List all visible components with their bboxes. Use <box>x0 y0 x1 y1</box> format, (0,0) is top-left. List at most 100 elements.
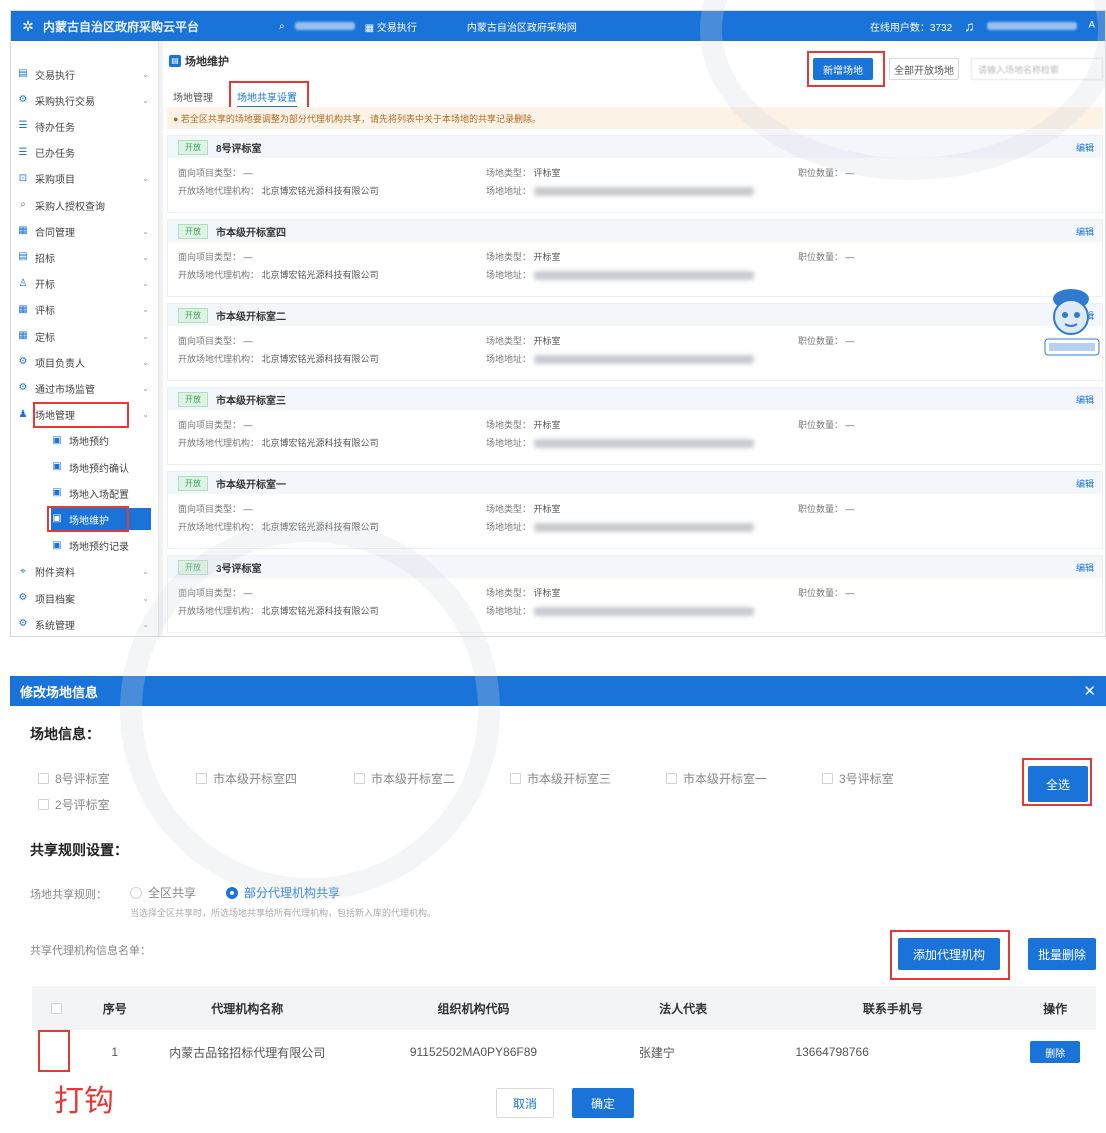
venue-card: 开放 3号评标室 编辑 面向项目类型： — 开放场地代理机构： 北京博宏铭光源科技有限公… <box>167 555 1103 633</box>
venue-checkbox[interactable] <box>822 773 833 784</box>
venue-option-label: 市本级开标室一 <box>683 772 768 786</box>
sidebar-item[interactable]: ⚙ 项目负责人 ⌄ <box>17 351 153 373</box>
all-venues-button[interactable]: 全部开放场地 <box>889 58 959 80</box>
field-label: 场地类型： <box>486 336 532 346</box>
venue-checkbox[interactable] <box>196 773 207 784</box>
nav-procurement-site[interactable]: 内蒙古自治区政府采购网 <box>467 19 577 34</box>
sidebar-item[interactable]: ▦ 评标 ⌄ <box>17 299 153 321</box>
venue-checkbox-option[interactable]: 3号评标室 <box>822 770 894 787</box>
venue-search-input[interactable]: 请输入场地名称检索 <box>971 58 1103 80</box>
bell-icon[interactable]: ♫ <box>964 18 975 34</box>
col-index: 序号 <box>87 986 143 1030</box>
sidebar-item[interactable]: ▣ 场地预约确认 <box>51 456 151 478</box>
sidebar-item-label: 场地预约记录 <box>69 542 129 554</box>
sidebar-item[interactable]: ☰ 待办任务 <box>17 115 153 137</box>
edit-link[interactable]: 编辑 <box>1076 393 1094 406</box>
row-delete-button[interactable]: 删除 <box>1030 1041 1081 1063</box>
venue-name: 3号评标室 <box>216 563 262 575</box>
chevron-down-icon: ⌄ <box>142 410 149 420</box>
edit-link[interactable]: 编辑 <box>1076 561 1094 574</box>
venue-name: 市本级开标室四 <box>216 227 286 239</box>
edit-link[interactable]: 编辑 <box>1076 477 1094 490</box>
sidebar-item[interactable]: ▣ 场地预约记录 <box>51 535 151 557</box>
grid-icon: ▦ <box>18 303 28 315</box>
cancel-button[interactable]: 取消 <box>496 1088 554 1118</box>
sidebar-item[interactable]: ▤ 交易执行 ⌄ <box>17 63 153 85</box>
status-badge: 开放 <box>178 307 208 323</box>
sidebar-item-label: 场地维护 <box>69 515 109 527</box>
select-all-button[interactable]: 全选 <box>1028 766 1088 802</box>
venue-maintenance-screenshot: ✲ 内蒙古自治区政府采购云平台 ⌕ ▦ 交易执行 内蒙古自治区政府采购网 在线用… <box>10 10 1106 637</box>
venue-checkbox[interactable] <box>38 773 49 784</box>
tab-venue-management[interactable]: 场地管理 <box>173 89 213 104</box>
venue-checkbox[interactable] <box>510 773 521 784</box>
sidebar-item[interactable]: ♟ 场地管理 ⌄ <box>17 404 153 426</box>
field-value: — <box>845 588 855 598</box>
venue-checkbox[interactable] <box>38 799 49 810</box>
sidebar-item[interactable]: ⚙ 系统管理 ⌄ <box>17 613 153 635</box>
venue-checkbox-option[interactable]: 市本级开标室四 <box>196 770 297 787</box>
venue-checkbox-option[interactable]: 2号评标室 <box>38 796 110 813</box>
cart-icon: ⊡ <box>18 172 28 184</box>
sidebar-item[interactable]: ▦ 定标 ⌄ <box>17 325 153 347</box>
field-label: 场地类型： <box>486 588 532 598</box>
edit-link[interactable]: 编辑 <box>1076 225 1094 238</box>
sidebar-item[interactable]: ▦ 合同管理 ⌄ <box>17 220 153 242</box>
edit-venue-dialog: 修改场地信息 ✕ 场地信息： 8号评标室 市本级开标室四 市本级开标室二 市本级开标室… <box>10 676 1106 1133</box>
add-agency-button[interactable]: 添加代理机构 <box>898 938 1000 970</box>
rule-partial-option[interactable]: 部分代理机构共享 <box>226 884 340 901</box>
seats-field: 职位数量： — <box>798 250 855 263</box>
venue-checkbox[interactable] <box>666 773 677 784</box>
sidebar-item[interactable]: ☰ 已办任务 <box>17 142 153 164</box>
tab-venue-sharing[interactable]: 场地共享设置 <box>237 89 297 108</box>
blurred-address <box>533 439 754 449</box>
rule-all-radio[interactable] <box>130 886 142 899</box>
venue-checkbox[interactable] <box>354 773 365 784</box>
agency-table: 序号 代理机构名称 组织机构代码 法人代表 联系手机号 操作 1 内蒙古品铭招标… <box>32 986 1096 1074</box>
edit-link[interactable]: 编辑 <box>1076 141 1094 154</box>
chevron-down-icon: ⌄ <box>142 279 149 289</box>
field-value: 开标室 <box>533 252 561 262</box>
sidebar-item[interactable]: ⚙ 采购执行交易 ⌄ <box>17 89 153 111</box>
sidebar-item[interactable]: ▣ 场地入场配置 <box>51 482 151 504</box>
sidebar-item-label: 采购项目 <box>35 175 75 187</box>
sidebar-item[interactable]: ▤ 招标 ⌄ <box>17 246 153 268</box>
field-label: 面向项目类型： <box>178 420 242 430</box>
sidebar-item[interactable]: ⚙ 通过市场监管 ⌄ <box>17 377 153 399</box>
project-type-field: 面向项目类型： — <box>178 334 253 347</box>
confirm-button[interactable]: 确定 <box>572 1088 634 1118</box>
sidebar-item[interactable]: ▣ 场地维护 <box>51 508 151 531</box>
row-index: 1 <box>111 1045 119 1059</box>
sidebar-item[interactable]: ⚙ 项目档案 ⌄ <box>17 587 153 609</box>
gear-icon: ⚙ <box>18 618 28 630</box>
field-label: 场地类型： <box>486 504 532 514</box>
venue-checkbox-option[interactable]: 市本级开标室一 <box>666 770 767 787</box>
sidebar-item[interactable]: ♙ 开标 ⌄ <box>17 273 153 295</box>
batch-delete-button[interactable]: 批量删除 <box>1028 938 1096 970</box>
venue-checkbox-option[interactable]: 8号评标室 <box>38 770 110 787</box>
seats-field: 职位数量： — <box>798 502 855 515</box>
sidebar-item[interactable]: ⊡ 采购项目 ⌄ <box>17 168 153 190</box>
main-content: ▤ 场地维护 场地管理 场地共享设置 新增场地 全部开放场地 请输入场地名称检索 … <box>163 41 1105 636</box>
top-nav: ⌕ ▦ 交易执行 内蒙古自治区政府采购网 <box>279 19 577 34</box>
search-icon[interactable]: ⌕ <box>279 21 285 32</box>
user-icon[interactable]: ᴬ <box>1089 18 1095 34</box>
chevron-down-icon: ⌄ <box>142 331 149 341</box>
sidebar-item[interactable]: ⌕ 采购人授权查询 <box>17 194 153 216</box>
rule-all-option[interactable]: 全区共享 <box>130 884 196 901</box>
header-checkbox[interactable] <box>51 1003 63 1015</box>
sidebar-item[interactable]: ⌖ 附件资料 ⌄ <box>17 561 153 583</box>
online-users: 在线用户数：3732 <box>870 19 952 34</box>
list-icon: ☰ <box>18 146 28 158</box>
sidebar-item-label: 评标 <box>35 306 55 318</box>
add-venue-button[interactable]: 新增场地 <box>813 58 873 80</box>
close-icon[interactable]: ✕ <box>1083 682 1096 700</box>
sidebar-item-label: 场地预约 <box>69 437 109 449</box>
venue-checkbox-option[interactable]: 市本级开标室二 <box>354 770 455 787</box>
venue-info-heading: 场地信息： <box>30 726 100 742</box>
nav-transaction[interactable]: ▦ 交易执行 <box>365 19 417 34</box>
platform-title: 内蒙古自治区政府采购云平台 <box>43 19 200 34</box>
rule-partial-radio[interactable] <box>226 886 238 899</box>
sidebar-item[interactable]: ▣ 场地预约 <box>51 430 151 452</box>
venue-checkbox-option[interactable]: 市本级开标室三 <box>510 770 611 787</box>
